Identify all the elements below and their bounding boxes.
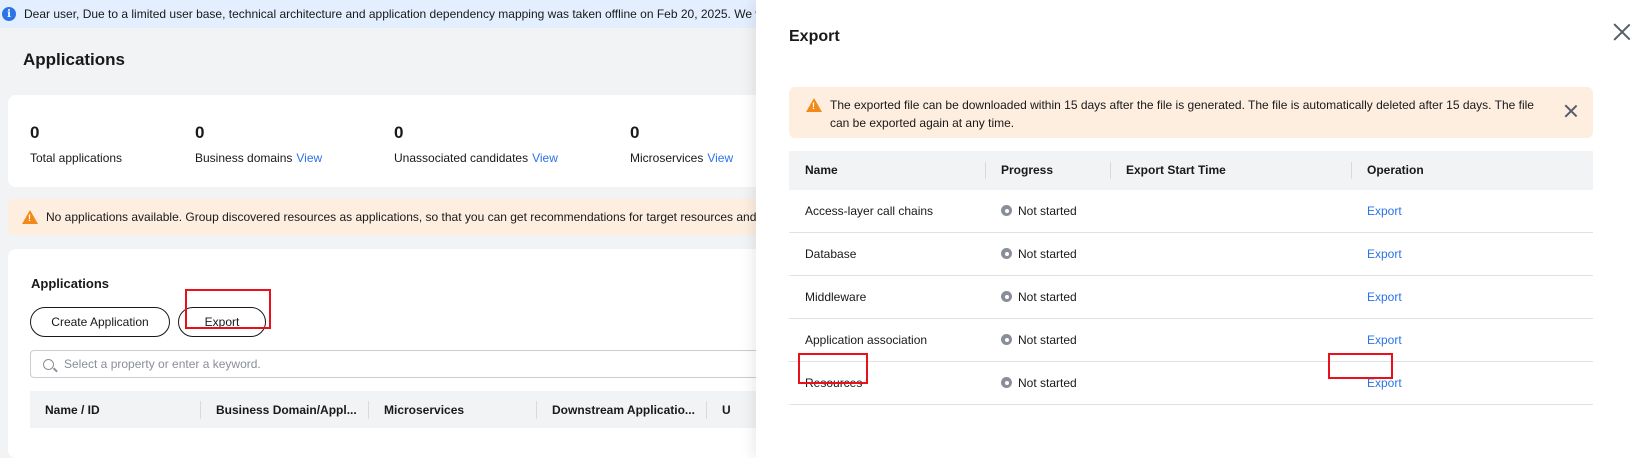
row-start-time (1110, 233, 1351, 276)
column-header-microservices: Microservices (368, 400, 536, 419)
view-unassociated-candidates-link[interactable]: View (532, 151, 558, 165)
column-header-downstream-applications: Downstream Applicatio... (536, 400, 706, 419)
info-icon: i (2, 7, 16, 21)
warning-text: No applications available. Group discove… (46, 210, 757, 224)
column-header-export-start-time: Export Start Time (1110, 151, 1351, 190)
row-start-time (1110, 362, 1351, 405)
row-start-time (1110, 190, 1351, 233)
row-start-time (1110, 319, 1351, 362)
export-drawer: Export ! The exported file can be downlo… (756, 0, 1647, 458)
search-icon (43, 358, 54, 370)
row-operation: Export (1351, 233, 1593, 276)
table-row: Middleware Not started Export (789, 276, 1593, 319)
column-header-name-id: Name / ID (45, 402, 100, 417)
stat-label: Business domains (195, 151, 293, 165)
progress-text: Not started (1018, 333, 1077, 347)
column-header-operation: Operation (1351, 151, 1593, 190)
stat-microservices: 0 Microservices View (630, 123, 733, 165)
export-link[interactable]: Export (1367, 333, 1402, 347)
table-row: Resources Not started Export (789, 362, 1593, 405)
progress-text: Not started (1018, 204, 1077, 218)
stat-label: Microservices (630, 151, 704, 165)
stat-label: Total applications (30, 151, 123, 165)
status-not-started-icon (1001, 205, 1012, 216)
export-link[interactable]: Export (1367, 247, 1402, 261)
table-row: Access-layer call chains Not started Exp… (789, 190, 1593, 233)
row-name: Database (805, 247, 857, 261)
export-table-header: Name Progress Export Start Time Operatio… (789, 151, 1593, 190)
column-header-business-domain: Business Domain/Appl... (200, 400, 368, 419)
status-not-started-icon (1001, 377, 1012, 388)
create-application-button[interactable]: Create Application (30, 307, 170, 337)
stat-value: 0 (630, 123, 640, 142)
row-operation: Export (1351, 276, 1593, 319)
highlight-box-export-button (185, 289, 271, 329)
highlight-box-resources-export (1328, 353, 1393, 379)
export-warning-banner: ! The exported file can be downloaded wi… (789, 87, 1593, 138)
progress-text: Not started (1018, 290, 1077, 304)
row-name: Middleware (805, 290, 867, 304)
row-progress: Not started (985, 276, 1110, 319)
drawer-title: Export (789, 28, 840, 45)
warning-icon: ! (806, 98, 822, 112)
column-header-name: Name (805, 163, 838, 177)
row-progress: Not started (985, 190, 1110, 233)
stat-value: 0 (394, 123, 404, 142)
row-operation: Export (1351, 190, 1593, 233)
stat-business-domains: 0 Business domains View (195, 123, 322, 165)
notice-text: Dear user, Due to a limited user base, t… (24, 7, 765, 21)
stat-label: Unassociated candidates (394, 151, 529, 165)
export-table: Name Progress Export Start Time Operatio… (789, 151, 1593, 405)
row-name: Access-layer call chains (805, 204, 934, 218)
close-icon[interactable] (1612, 22, 1632, 42)
applications-section-title: Applications (31, 276, 110, 291)
status-not-started-icon (1001, 291, 1012, 302)
export-link[interactable]: Export (1367, 290, 1402, 304)
stat-value: 0 (195, 123, 205, 142)
stat-value: 0 (30, 123, 40, 142)
status-not-started-icon (1001, 334, 1012, 345)
stat-total-applications: 0 Total applications (30, 123, 122, 165)
warning-icon: ! (22, 210, 38, 224)
export-link[interactable]: Export (1367, 204, 1402, 218)
stat-unassociated-candidates: 0 Unassociated candidates View (394, 123, 558, 165)
row-progress: Not started (985, 233, 1110, 276)
view-business-domains-link[interactable]: View (296, 151, 322, 165)
row-progress: Not started (985, 319, 1110, 362)
progress-text: Not started (1018, 376, 1077, 390)
highlight-box-resources (798, 353, 868, 384)
row-progress: Not started (985, 362, 1110, 405)
page-title: Applications (23, 50, 126, 69)
dismiss-warning-icon[interactable] (1564, 104, 1578, 118)
column-header-truncated: U (706, 400, 746, 419)
export-warning-text: The exported file can be downloaded with… (830, 98, 1534, 130)
search-placeholder: Select a property or enter a keyword. (64, 357, 261, 371)
table-row: Database Not started Export (789, 233, 1593, 276)
view-microservices-link[interactable]: View (707, 151, 733, 165)
table-row: Application association Not started Expo… (789, 319, 1593, 362)
column-header-progress: Progress (985, 151, 1110, 190)
row-start-time (1110, 276, 1351, 319)
status-not-started-icon (1001, 248, 1012, 259)
progress-text: Not started (1018, 247, 1077, 261)
